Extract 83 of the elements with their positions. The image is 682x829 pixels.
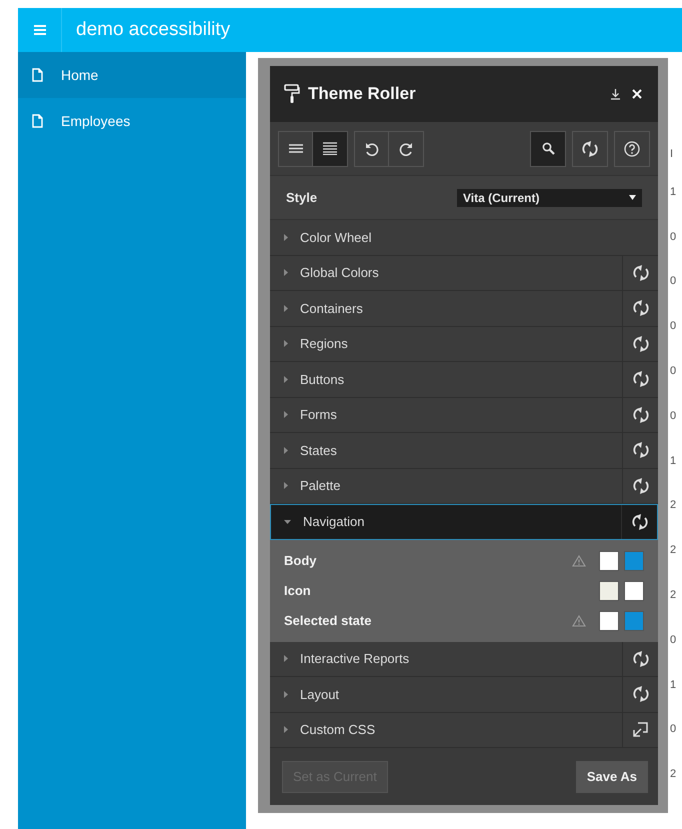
property-label: Body [284,553,316,568]
download-icon [611,88,620,100]
refresh-icon [632,334,648,353]
color-swatch[interactable] [599,610,619,630]
table-cell-text: 0 [670,365,678,380]
refresh-icon [632,650,648,668]
refresh-icon [632,476,648,495]
refresh-icon [632,264,648,282]
caret-icon [284,411,288,418]
refresh-icon [632,406,648,424]
accordion-section[interactable]: Palette [270,468,658,504]
list-icon [323,142,337,155]
table-cell-text: 0 [670,320,678,334]
color-swatch[interactable] [624,580,644,600]
property-label: Selected state [284,613,372,628]
caret-icon [284,690,288,698]
app-title: demo accessibility [76,19,230,41]
save-as-button[interactable]: Save As [576,760,648,792]
table-cell-text: 0 [670,275,678,290]
table-cell-text: 0 [670,634,678,648]
refresh-icon [632,441,648,460]
dropdown-caret-icon [629,195,636,200]
list-icon [288,144,302,153]
accordion-section[interactable]: States [270,433,658,468]
table-cell-text: 2 [670,499,678,514]
caret-icon [284,269,288,276]
caret-icon [284,520,291,524]
search-button[interactable] [531,132,565,166]
search-icon [542,142,554,155]
help-icon [624,140,640,156]
sidebar-item[interactable]: Employees [18,98,246,144]
refresh-icon [632,370,648,388]
list-full-button[interactable] [313,132,347,166]
accordion-section[interactable]: Layout [270,677,658,712]
refresh-icon [632,299,648,318]
menu-icon [34,25,46,35]
undo-icon [364,142,378,156]
accordion-section[interactable]: Navigation [270,504,658,540]
caret-icon [284,234,288,241]
caret-icon [284,726,288,734]
accordion-section[interactable]: Custom CSS [270,712,658,748]
table-cell-text: 1 [670,454,678,469]
color-swatch[interactable] [624,610,644,630]
accordion-section[interactable]: Forms [270,398,658,433]
accordion-section[interactable]: Containers [270,291,658,326]
document-icon [32,114,43,128]
caret-icon [284,304,288,312]
refresh-icon [632,512,648,531]
table-cell-text: 1 [670,186,678,200]
table-cell-text: 2 [670,544,678,558]
table-cell-text: 0 [670,410,678,424]
table-cell-text: 0 [670,723,678,738]
accordion-section[interactable]: Global Colors [270,256,658,291]
style-select[interactable]: Vita (Current) [457,188,642,206]
caret-icon [284,340,288,348]
expand-window-icon [633,722,648,738]
close-icon [632,89,642,99]
caret-icon [284,482,288,490]
property-label: Icon [284,583,311,598]
close-button[interactable] [630,89,644,99]
caret-icon [284,655,288,662]
paint-roller-icon [284,84,300,104]
caret-icon [284,446,288,454]
color-swatch[interactable] [624,550,644,570]
table-cell-text: 2 [670,589,678,604]
sidebar-item[interactable]: Home [18,52,246,98]
dialog-title: Theme Roller [308,84,416,104]
accordion-section[interactable]: Regions [270,326,658,362]
accordion-section[interactable]: Interactive Reports [270,642,658,677]
table-cell-text: 0 [670,230,678,245]
column-header: I [670,148,674,162]
refresh-icon [632,685,648,704]
table-cell-text: 1 [670,678,678,693]
refresh-icon [582,140,598,158]
color-swatch[interactable] [599,580,619,600]
table-cell-text: 2 [670,768,678,782]
accordion-section[interactable]: Buttons [270,362,658,398]
redo-icon [399,142,413,156]
document-icon [32,68,43,82]
style-label: Style [286,190,318,205]
dock-button[interactable] [609,88,622,100]
color-swatch[interactable] [599,550,619,570]
caret-icon [284,376,288,383]
